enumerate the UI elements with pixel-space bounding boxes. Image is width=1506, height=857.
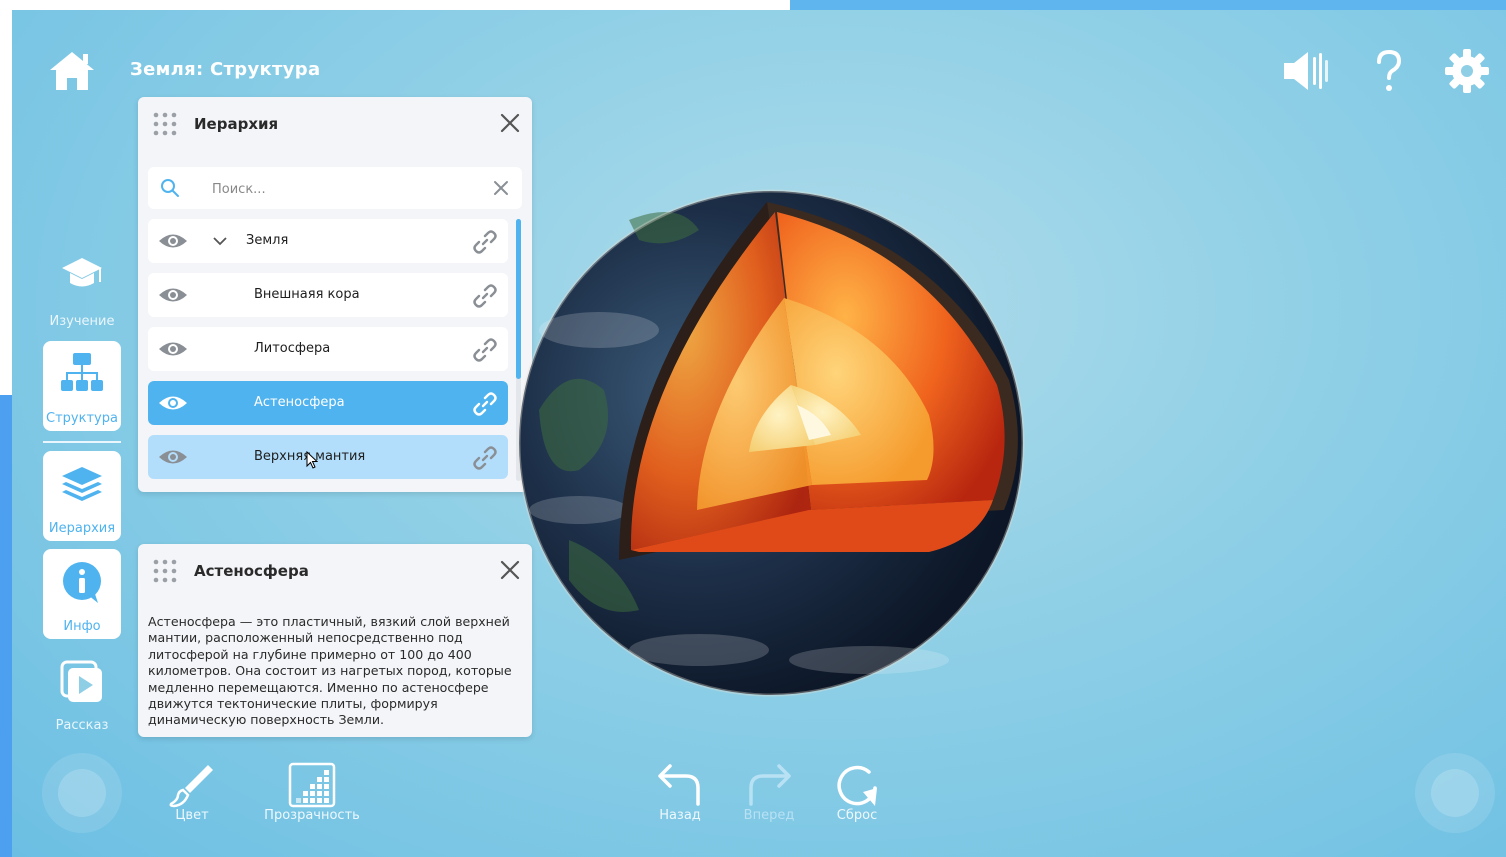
link-icon[interactable] <box>472 337 498 363</box>
transparency-grid-icon <box>288 762 336 808</box>
close-icon[interactable] <box>498 111 522 135</box>
tree-item-earth[interactable]: Земля <box>148 219 508 263</box>
link-icon[interactable] <box>472 391 498 417</box>
earth-3d-model[interactable] <box>509 180 1029 702</box>
link-icon[interactable] <box>472 283 498 309</box>
color-tool-label: Цвет <box>175 808 209 823</box>
nav-study[interactable]: Изучение <box>43 252 121 332</box>
mouse-cursor-icon <box>306 451 318 469</box>
undo-arrow-icon <box>658 764 700 806</box>
hierarchy-panel: Иерархия Земля <box>138 97 532 492</box>
link-icon[interactable] <box>472 445 498 471</box>
nav-study-label: Изучение <box>49 314 115 329</box>
tree-item-outer-crust[interactable]: Внешнаяя кора <box>148 273 508 317</box>
eye-icon[interactable] <box>158 393 188 413</box>
home-icon <box>50 52 94 90</box>
app-title: Земля: Структура <box>130 59 321 80</box>
redo-label: Вперед <box>743 808 795 823</box>
tree-item-asthenosphere[interactable]: Астеносфера <box>148 381 508 425</box>
redo-button[interactable]: Вперед <box>740 762 798 823</box>
clear-search-icon[interactable] <box>492 179 510 197</box>
transparency-tool-button[interactable]: Прозрачность <box>262 762 362 823</box>
tree-item-upper-mantle[interactable]: Верхняя мантия <box>148 435 508 479</box>
nav-structure-label: Структура <box>46 411 118 426</box>
speaker-icon <box>1284 52 1328 90</box>
play-story-icon <box>60 660 102 702</box>
paintbrush-icon <box>169 765 213 808</box>
nav-divider <box>43 441 121 443</box>
color-tool-button[interactable]: Цвет <box>160 762 224 823</box>
eye-icon[interactable] <box>158 285 188 305</box>
nav-story[interactable]: Рассказ <box>43 660 121 740</box>
hierarchy-panel-title: Иерархия <box>194 115 279 133</box>
tree-item-label: Астеносфера <box>254 395 345 410</box>
home-button[interactable] <box>48 48 96 94</box>
sound-button[interactable] <box>1282 48 1332 94</box>
eye-icon[interactable] <box>158 231 188 251</box>
eye-icon[interactable] <box>158 339 188 359</box>
tree-item-label: Литосфера <box>254 341 331 356</box>
info-description: Астеносфера — это пластичный, вязкий сло… <box>148 614 512 728</box>
right-joystick[interactable] <box>1415 753 1495 833</box>
settings-button[interactable] <box>1442 48 1492 94</box>
info-panel: Астеносфера Астеносфера — это пластичный… <box>138 544 532 737</box>
window-frame-accent-left <box>0 395 12 857</box>
reset-button[interactable]: Сброс <box>828 762 886 823</box>
joystick-knob[interactable] <box>1431 769 1479 817</box>
search-input[interactable] <box>210 177 474 201</box>
nav-structure[interactable]: Структура <box>43 341 121 431</box>
question-mark-icon <box>1377 49 1402 91</box>
help-button[interactable] <box>1364 48 1414 94</box>
graduation-cap-icon <box>62 258 102 287</box>
tree-item-label: Земля <box>246 233 289 248</box>
undo-button[interactable]: Назад <box>652 762 708 823</box>
undo-label: Назад <box>659 808 701 823</box>
reset-icon <box>837 765 877 806</box>
drag-handle-icon[interactable] <box>152 111 178 137</box>
hierarchy-tree-icon <box>61 353 103 391</box>
chevron-down-icon[interactable] <box>212 233 228 249</box>
search-icon <box>161 179 179 197</box>
info-icon <box>63 562 101 603</box>
nav-hierarchy[interactable]: Иерархия <box>43 451 121 541</box>
link-icon[interactable] <box>472 229 498 255</box>
tree-item-lithosphere[interactable]: Литосфера <box>148 327 508 371</box>
left-joystick[interactable] <box>42 753 122 833</box>
nav-story-label: Рассказ <box>55 718 109 733</box>
transparency-tool-label: Прозрачность <box>264 808 360 823</box>
reset-label: Сброс <box>836 808 878 823</box>
tree-item-label: Внешнаяя кора <box>254 287 360 302</box>
nav-hierarchy-label: Иерархия <box>48 521 116 536</box>
eye-icon[interactable] <box>158 447 188 467</box>
redo-arrow-icon <box>749 764 791 806</box>
gear-icon <box>1445 49 1489 93</box>
window-frame-accent <box>790 0 1506 10</box>
layers-icon <box>62 467 102 501</box>
nav-info-label: Инфо <box>63 619 101 634</box>
joystick-knob[interactable] <box>58 769 106 817</box>
info-panel-title: Астеносфера <box>194 562 309 580</box>
nav-info[interactable]: Инфо <box>43 549 121 639</box>
drag-handle-icon[interactable] <box>152 558 178 584</box>
hierarchy-search <box>148 167 522 209</box>
viewer-stage[interactable]: Земля: Структура Изучение Структура Иера… <box>12 10 1506 857</box>
